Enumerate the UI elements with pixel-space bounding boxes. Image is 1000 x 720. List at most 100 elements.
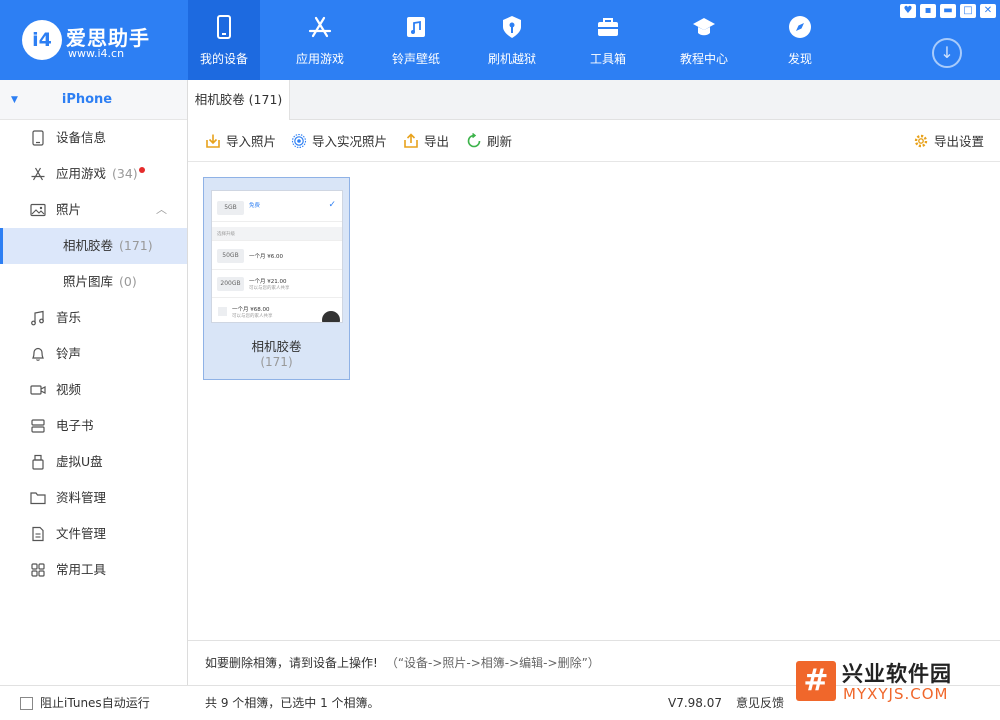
image-icon xyxy=(30,203,46,217)
album-name: 相机胶卷 xyxy=(251,339,302,354)
compass-icon xyxy=(789,16,811,38)
music-file-icon xyxy=(407,17,425,37)
sidebar-item-ringtones[interactable]: 铃声 xyxy=(0,336,187,372)
nav-toolbox[interactable]: 工具箱 xyxy=(572,0,644,80)
export-icon xyxy=(404,133,418,148)
sidebar-item-label: 文件管理 xyxy=(56,526,107,541)
import-photos-label: 导入照片 xyxy=(226,134,277,149)
item-count: (171) xyxy=(119,238,153,253)
sidebar-item-data-management[interactable]: 资料管理 xyxy=(0,480,187,516)
import-photos-button[interactable]: 导入照片 xyxy=(205,121,276,162)
sidebar-item-label: 电子书 xyxy=(56,418,94,433)
tab-bar: 相机胶卷 (171) xyxy=(188,80,1000,120)
sidebar-item-label: 照片 xyxy=(56,202,82,217)
sidebar-item-photo-library[interactable]: 照片图库 (0) xyxy=(0,264,187,300)
nav-apps-games[interactable]: 应用游戏 xyxy=(284,0,356,80)
sidebar-item-label: 音乐 xyxy=(56,310,82,325)
thumb-row: 50GB 一个月 ¥6.00 xyxy=(212,243,342,270)
music-note-icon xyxy=(31,310,44,326)
album-card[interactable]: 5GB 免费 ✓ 选择升级 50GB 一个月 ¥6.00 200GB 一个月 ¥… xyxy=(203,177,350,380)
nav-tutorials[interactable]: 教程中心 xyxy=(668,0,740,80)
thumb-pill: 5GB xyxy=(217,201,244,215)
sidebar-item-label: 相机胶卷 (171) xyxy=(63,228,153,264)
graduation-cap-icon xyxy=(693,18,715,36)
toolbox-icon xyxy=(598,18,618,36)
thumb-pill: 200GB xyxy=(217,277,244,291)
sidebar-item-music[interactable]: 音乐 xyxy=(0,300,187,336)
nav-flash-jailbreak[interactable]: 刷机越狱 xyxy=(476,0,548,80)
nav-my-device[interactable]: 我的设备 xyxy=(188,0,260,80)
tab-camera-roll[interactable]: 相机胶卷 (171) xyxy=(188,80,290,120)
selection-status: 共 9 个相簿，已选中 1 个相簿。 xyxy=(205,696,380,710)
sidebar-item-camera-roll[interactable]: 相机胶卷 (171) xyxy=(0,228,187,264)
import-live-photos-label: 导入实况照片 xyxy=(312,134,388,149)
skin-button[interactable]: ♥ xyxy=(900,4,916,18)
thumb-row: 一个月 ¥68.00 可以与您的家人共享 xyxy=(212,299,342,322)
thumb-checkbox xyxy=(218,307,227,316)
export-settings-label: 导出设置 xyxy=(934,134,985,149)
sidebar-item-video[interactable]: 视频 xyxy=(0,372,187,408)
export-label: 导出 xyxy=(424,134,450,149)
app-logo: i4 爱思助手 www.i4.cn xyxy=(22,20,182,64)
nav-label: 我的设备 xyxy=(199,52,248,66)
device-selector[interactable]: ▼ iPhone xyxy=(0,80,187,120)
sidebar-item-common-tools[interactable]: 常用工具 xyxy=(0,552,187,588)
bell-icon xyxy=(32,347,44,361)
thumb-text: 免费 xyxy=(249,203,261,209)
maximize-icon: □ xyxy=(963,5,973,16)
video-icon xyxy=(30,385,46,395)
thumb-row: 5GB 免费 ✓ xyxy=(212,195,342,222)
sidebar-item-ebooks[interactable]: 电子书 xyxy=(0,408,187,444)
thumb-section: 选择升级 xyxy=(212,227,342,241)
grid-icon xyxy=(31,563,45,577)
nav-discover[interactable]: 发现 xyxy=(764,0,836,80)
import-live-photos-button[interactable]: 导入实况照片 xyxy=(291,121,387,162)
chevron-up-icon[interactable]: ︿ xyxy=(156,192,167,228)
album-thumbnail: 5GB 免费 ✓ 选择升级 50GB 一个月 ¥6.00 200GB 一个月 ¥… xyxy=(211,190,343,323)
title-bar: i4 爱思助手 www.i4.cn 我的设备 应用游戏 铃声壁纸 刷机越狱 工具… xyxy=(0,0,1000,80)
window-controls: ♥ ▪ ▬ □ ✕ xyxy=(896,2,996,18)
export-button[interactable]: 导出 xyxy=(403,121,449,162)
sidebar-item-text: 相机胶卷 xyxy=(63,238,114,253)
block-itunes-label[interactable]: 阻止iTunes自动运行 xyxy=(40,686,150,720)
sidebar-item-label: 虚拟U盘 xyxy=(56,454,103,469)
sidebar-item-virtual-usb[interactable]: 虚拟U盘 xyxy=(0,444,187,480)
thumb-pill: 50GB xyxy=(217,249,244,263)
sidebar-item-text: 照片图库 xyxy=(63,274,114,289)
notification-dot xyxy=(138,167,145,173)
sidebar-item-label: 应用游戏 (34) xyxy=(56,156,145,192)
phone-icon xyxy=(217,15,231,39)
tablet-icon xyxy=(32,130,44,146)
sidebar-item-label: 设备信息 xyxy=(56,130,107,145)
close-button[interactable]: ✕ xyxy=(980,4,996,18)
sidebar-item-device-info[interactable]: 设备信息 xyxy=(0,120,187,156)
folder-icon xyxy=(30,492,46,505)
block-itunes-checkbox[interactable] xyxy=(20,697,33,710)
sidebar-item-apps[interactable]: 应用游戏 (34) xyxy=(0,156,187,192)
thumb-sub: 可以与您的家人共享 xyxy=(249,286,290,291)
sidebar-item-label: 资料管理 xyxy=(56,490,107,505)
thumb-row: 200GB 一个月 ¥21.00 可以与您的家人共享 xyxy=(212,271,342,298)
sidebar-item-file-management[interactable]: 文件管理 xyxy=(0,516,187,552)
settings-button[interactable]: ▪ xyxy=(920,4,936,18)
watermark-hash-icon: # xyxy=(796,661,836,701)
minimize-button[interactable]: ▬ xyxy=(940,4,956,18)
usb-icon xyxy=(32,454,44,470)
watermark-title: 兴业软件园 xyxy=(842,662,952,686)
sidebar-item-photos[interactable]: 照片 ︿ xyxy=(0,192,187,228)
export-settings-button[interactable]: 导出设置 xyxy=(913,121,984,162)
watermark-logo: # 兴业软件园 MYXYJS.COM xyxy=(796,655,1000,717)
nav-ringtones-wallpapers[interactable]: 铃声壁纸 xyxy=(380,0,452,80)
feedback-link[interactable]: 意见反馈 xyxy=(736,686,784,720)
live-photo-icon xyxy=(291,133,307,149)
refresh-button[interactable]: 刷新 xyxy=(466,121,512,162)
sidebar-item-label: 铃声 xyxy=(56,346,82,361)
logo-icon: i4 xyxy=(22,20,62,60)
refresh-label: 刷新 xyxy=(487,134,513,149)
maximize-button[interactable]: □ xyxy=(960,4,976,18)
check-icon: ✓ xyxy=(328,200,336,210)
avatar xyxy=(322,311,340,322)
document-icon xyxy=(32,526,44,542)
download-arrow-icon: ↓ xyxy=(940,43,954,62)
download-manager-button[interactable]: ↓ xyxy=(932,38,962,68)
